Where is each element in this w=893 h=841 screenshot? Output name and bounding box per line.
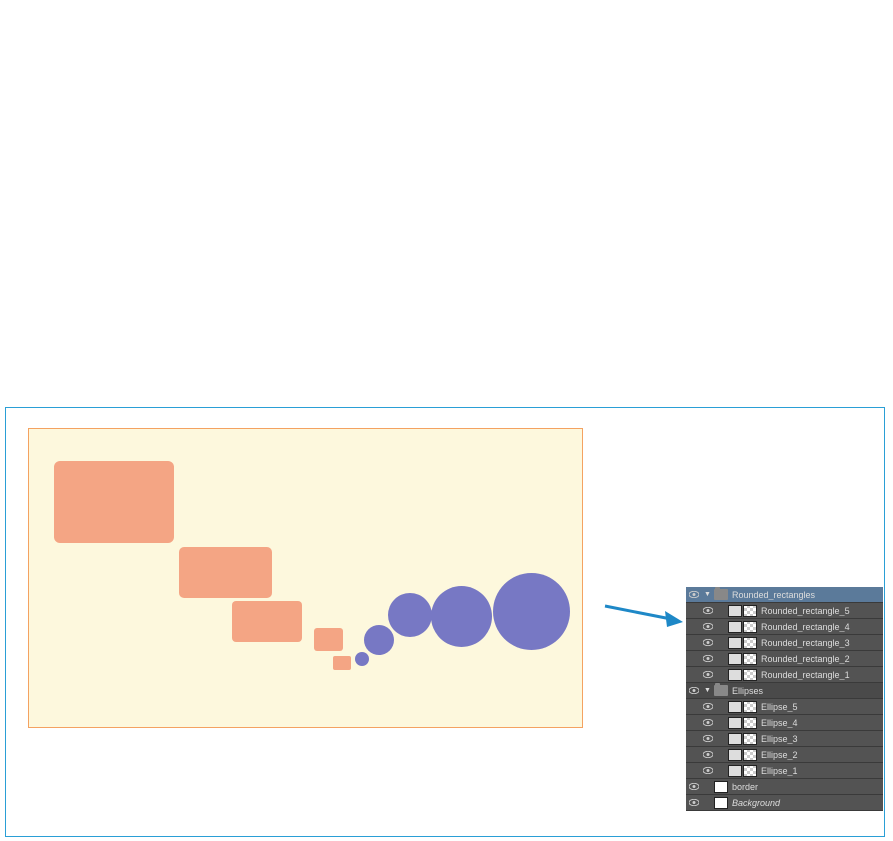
layer-thumbnail	[728, 733, 742, 745]
layer-label: Ellipse_2	[761, 750, 883, 760]
rounded-rectangle-3	[232, 601, 302, 642]
visibility-icon[interactable]	[688, 685, 700, 697]
layer-ellipse-3[interactable]: Ellipse_3	[686, 731, 883, 747]
layer-mask-thumbnail	[743, 717, 757, 729]
layer-ellipse-5[interactable]: Ellipse_5	[686, 699, 883, 715]
layer-mask-thumbnail	[743, 701, 757, 713]
layer-ellipse-4[interactable]: Ellipse_4	[686, 715, 883, 731]
layers-panel[interactable]: ▼ Rounded_rectangles Rounded_rectangle_5…	[686, 587, 883, 811]
layer-label: Rounded_rectangle_5	[761, 606, 883, 616]
visibility-icon[interactable]	[702, 621, 714, 633]
layer-thumbnail	[728, 765, 742, 777]
rounded-rectangle-4	[314, 628, 343, 651]
disclosure-triangle-icon[interactable]: ▼	[704, 687, 712, 694]
layer-group-rounded-rectangles[interactable]: ▼ Rounded_rectangles	[686, 587, 883, 603]
layer-mask-thumbnail	[743, 749, 757, 761]
layer-rounded-rectangle-3[interactable]: Rounded_rectangle_3	[686, 635, 883, 651]
visibility-icon[interactable]	[688, 589, 700, 601]
layer-thumbnail	[728, 621, 742, 633]
layer-thumbnail	[728, 669, 742, 681]
layer-thumbnail	[728, 717, 742, 729]
visibility-icon[interactable]	[688, 797, 700, 809]
figure-container: ▼ Rounded_rectangles Rounded_rectangle_5…	[5, 407, 885, 837]
layer-mask-thumbnail	[743, 653, 757, 665]
layer-mask-thumbnail	[743, 733, 757, 745]
layer-label: Background	[732, 798, 883, 808]
layer-border[interactable]: border	[686, 779, 883, 795]
layer-thumbnail	[728, 653, 742, 665]
layer-thumbnail	[714, 781, 728, 793]
rounded-rectangle-5	[333, 656, 351, 670]
ellipse-3	[388, 593, 432, 637]
layer-label: Ellipse_4	[761, 718, 883, 728]
layer-thumbnail	[714, 797, 728, 809]
visibility-icon[interactable]	[702, 717, 714, 729]
visibility-icon[interactable]	[702, 653, 714, 665]
layer-mask-thumbnail	[743, 669, 757, 681]
visibility-icon[interactable]	[702, 637, 714, 649]
layer-ellipse-2[interactable]: Ellipse_2	[686, 747, 883, 763]
layer-label: Rounded_rectangle_4	[761, 622, 883, 632]
layer-mask-thumbnail	[743, 637, 757, 649]
layer-label: border	[732, 782, 883, 792]
layer-background[interactable]: Background	[686, 795, 883, 811]
ellipse-2	[364, 625, 394, 655]
visibility-icon[interactable]	[702, 765, 714, 777]
layer-rounded-rectangle-5[interactable]: Rounded_rectangle_5	[686, 603, 883, 619]
layer-label: Rounded_rectangles	[732, 590, 883, 600]
layer-mask-thumbnail	[743, 765, 757, 777]
layer-rounded-rectangle-1[interactable]: Rounded_rectangle_1	[686, 667, 883, 683]
visibility-icon[interactable]	[702, 669, 714, 681]
ellipse-1	[355, 652, 369, 666]
layer-label: Ellipse_1	[761, 766, 883, 776]
layer-label: Rounded_rectangle_2	[761, 654, 883, 664]
layer-thumbnail	[728, 605, 742, 617]
layer-thumbnail	[728, 637, 742, 649]
folder-icon	[714, 685, 728, 696]
ellipse-5	[493, 573, 570, 650]
rounded-rectangle-1	[54, 461, 174, 543]
visibility-icon[interactable]	[702, 701, 714, 713]
visibility-icon[interactable]	[702, 749, 714, 761]
layer-label: Ellipse_5	[761, 702, 883, 712]
folder-icon	[714, 589, 728, 600]
visibility-icon[interactable]	[688, 781, 700, 793]
layer-thumbnail	[728, 749, 742, 761]
layer-thumbnail	[728, 701, 742, 713]
canvas-area	[28, 428, 583, 728]
layer-label: Rounded_rectangle_3	[761, 638, 883, 648]
visibility-icon[interactable]	[702, 605, 714, 617]
disclosure-triangle-icon[interactable]: ▼	[704, 591, 712, 598]
visibility-icon[interactable]	[702, 733, 714, 745]
layer-group-ellipses[interactable]: ▼ Ellipses	[686, 683, 883, 699]
layer-ellipse-1[interactable]: Ellipse_1	[686, 763, 883, 779]
layer-rounded-rectangle-2[interactable]: Rounded_rectangle_2	[686, 651, 883, 667]
ellipse-4	[431, 586, 492, 647]
arrow-icon	[603, 600, 683, 630]
layer-label: Ellipses	[732, 686, 883, 696]
layer-label: Ellipse_3	[761, 734, 883, 744]
layer-mask-thumbnail	[743, 621, 757, 633]
rounded-rectangle-2	[179, 547, 272, 598]
layer-mask-thumbnail	[743, 605, 757, 617]
layer-label: Rounded_rectangle_1	[761, 670, 883, 680]
layer-rounded-rectangle-4[interactable]: Rounded_rectangle_4	[686, 619, 883, 635]
